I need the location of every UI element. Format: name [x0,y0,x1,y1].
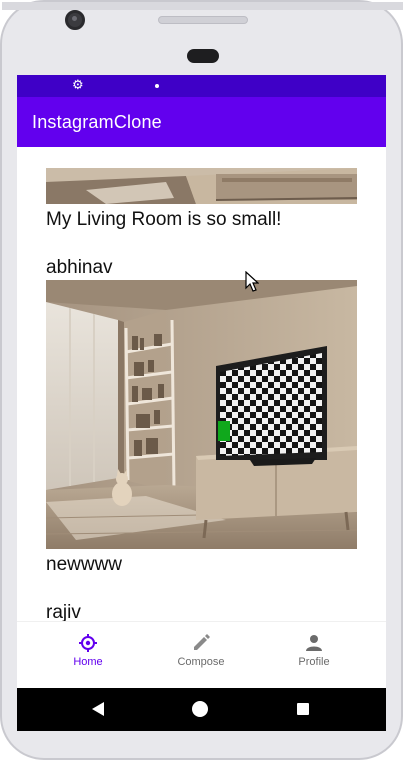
app-bar: InstagramClone [17,97,386,147]
pencil-icon [194,634,210,650]
app-title: InstagramClone [32,112,162,132]
post-caption: newwww [46,554,123,575]
post-feed[interactable]: My Living Room is so small! abhinav neww… [17,147,386,685]
nav-label-compose: Compose [177,656,225,668]
status-bar: ⚙ [17,75,386,97]
front-camera [65,10,85,30]
phone-frame: ⚙ InstagramClone My Living Room is so sm… [0,0,403,760]
phone-bezel-top [2,2,403,10]
system-navigation-bar [17,688,386,731]
gear-icon: ⚙ [72,78,84,93]
post-username: abhinav [46,257,113,278]
mouse-cursor-icon [245,271,259,292]
nav-item-profile[interactable]: Profile [264,622,364,689]
home-crosshair-icon [79,634,97,652]
home-circle-icon[interactable] [192,701,208,717]
dot-icon [155,84,159,88]
post-image [46,280,357,549]
earpiece [187,49,219,63]
person-icon [306,635,322,651]
post-image [46,168,357,204]
back-icon[interactable] [92,702,104,716]
nav-item-compose[interactable]: Compose [151,622,251,689]
bottom-navigation: Home Compose Profile [17,621,386,688]
speaker-grill [158,16,248,24]
recents-square-icon[interactable] [297,703,309,715]
nav-item-home[interactable]: Home [38,622,138,689]
post-caption: My Living Room is so small! [46,209,282,230]
nav-label-profile: Profile [298,656,330,668]
device-screen: ⚙ InstagramClone My Living Room is so sm… [17,75,386,731]
nav-label-home: Home [73,656,103,668]
